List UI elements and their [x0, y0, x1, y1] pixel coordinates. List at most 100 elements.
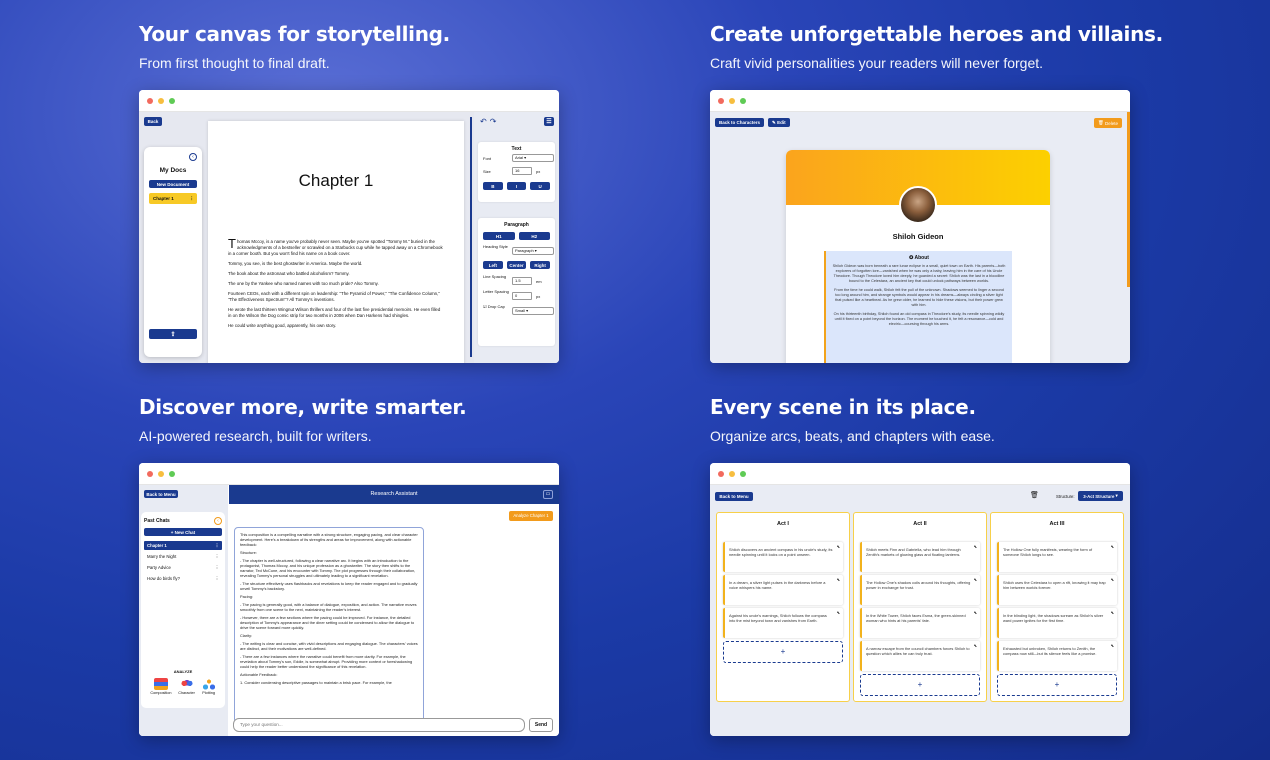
underline-button[interactable]: U	[530, 182, 551, 190]
add-beat-button[interactable]: +	[860, 674, 980, 696]
beat-card[interactable]: ⬉ Exhausted but unbroken, Shiloh returns …	[997, 641, 1117, 671]
beat-card[interactable]: ⬉ The Hollow One's shadow coils around hi…	[860, 575, 980, 605]
resize-icon[interactable]: ⬉	[1111, 577, 1114, 582]
paragraph: Thomas Mccoy, is a name you've probably …	[228, 236, 443, 256]
beat-text: Shiloh meets Finn and Gabriella, who lea…	[866, 547, 961, 557]
h2-button[interactable]: H2	[518, 232, 550, 240]
beat-card[interactable]: ⬉ In a dream, a silver light pulses in th…	[723, 575, 843, 605]
line-spacing-input[interactable]: 1.5	[512, 277, 532, 285]
plotting-tool[interactable]: Plotting	[201, 678, 216, 695]
resize-icon[interactable]: ⬉	[974, 544, 977, 549]
chat-item[interactable]: How do birds fly? ⋮	[144, 574, 222, 583]
new-chat-button[interactable]: + New Chat	[144, 528, 222, 536]
collapse-icon[interactable]: ‹	[189, 153, 197, 161]
minimize-dot-icon	[729, 470, 735, 477]
beat-card[interactable]: ⬉ Shiloh uses the Celestara to open a rif…	[997, 575, 1117, 605]
share-button[interactable]: ⇪	[149, 329, 197, 339]
beat-card[interactable]: ⬉ A narrow escape from the council chambe…	[860, 641, 980, 671]
more-icon[interactable]: ⋮	[215, 574, 219, 583]
resize-icon[interactable]: ⬉	[1111, 544, 1114, 549]
align-center-button[interactable]: Center	[506, 261, 527, 269]
resize-icon[interactable]: ⬉	[1111, 643, 1114, 648]
beat-card[interactable]: ⬉ Shiloh discovers an ancient compass in …	[723, 542, 843, 572]
research-window: Back to Menu Past Chats ‹ + New Chat Cha…	[139, 463, 559, 736]
diagram-icon	[201, 678, 216, 690]
new-document-button[interactable]: New Document	[149, 180, 197, 188]
feature-subtitle: From first thought to final draft.	[139, 55, 330, 71]
bold-button[interactable]: B	[483, 182, 503, 190]
menu-button[interactable]: ☰	[544, 117, 554, 126]
add-beat-button[interactable]: +	[997, 674, 1117, 696]
back-button[interactable]: Back	[144, 117, 162, 126]
feature-subtitle: Craft vivid personalities your readers w…	[710, 55, 1044, 71]
resize-icon[interactable]: ⬉	[974, 577, 977, 582]
chat-icon[interactable]: ▭	[543, 490, 553, 499]
resize-icon[interactable]: ⬉	[837, 577, 840, 582]
beat-card[interactable]: ⬉ Against his uncle's warnings, Shiloh fo…	[723, 608, 843, 638]
scrollbar[interactable]	[1127, 112, 1130, 287]
heading-style-select[interactable]: Paragraph ▾	[512, 247, 554, 255]
message-line: Clarity:	[240, 633, 253, 638]
resize-icon[interactable]: ⬉	[974, 643, 977, 648]
collapse-icon[interactable]: ‹	[214, 517, 222, 525]
message-line: - The structure effectively uses flashba…	[240, 581, 418, 591]
drop-cap-select[interactable]: Small ▾	[512, 307, 554, 315]
italic-button[interactable]: I	[506, 182, 527, 190]
more-icon[interactable]: ⋮	[215, 563, 219, 572]
more-icon[interactable]: ⋮	[190, 193, 195, 204]
font-row: Font Arial ▾	[483, 154, 554, 163]
feature-title: Your canvas for storytelling.	[139, 22, 450, 46]
undo-icon[interactable]: ↶	[480, 117, 490, 126]
back-to-characters-button[interactable]: Back to Characters	[715, 118, 765, 127]
resize-icon[interactable]: ⬉	[974, 610, 977, 615]
feature-title: Discover more, write smarter.	[139, 395, 467, 419]
chat-item[interactable]: Party Advice ⋮	[144, 563, 222, 572]
h1-button[interactable]: H1	[483, 232, 515, 240]
chat-item[interactable]: Chapter 1 ⋮	[144, 541, 222, 550]
paragraph-panel: Paragraph H1 H2 Heading Style Paragraph …	[478, 218, 555, 346]
act-column: Act II ⬉ Shiloh meets Finn and Gabriella,…	[853, 512, 987, 702]
more-icon[interactable]: ⋮	[215, 552, 219, 561]
trash-icon[interactable]: 🗑	[1030, 491, 1039, 499]
beat-card[interactable]: ⬉ Shiloh meets Finn and Gabriella, who le…	[860, 542, 980, 572]
beat-card[interactable]: ⬉ In the blinding light, the shadows scre…	[997, 608, 1117, 638]
delete-button[interactable]: 🗑 Delete	[1094, 118, 1122, 128]
font-select[interactable]: Arial ▾	[512, 154, 554, 162]
close-dot-icon	[147, 470, 153, 477]
align-left-button[interactable]: Left	[483, 261, 503, 269]
back-to-menu-button[interactable]: Back to Menu	[715, 492, 753, 501]
menu-icon: ☰	[546, 119, 552, 125]
add-beat-button[interactable]: +	[723, 641, 843, 663]
scrollbar[interactable]	[470, 117, 472, 357]
character-tool[interactable]: Character	[178, 678, 195, 695]
align-right-button[interactable]: Right	[530, 261, 551, 269]
close-dot-icon	[718, 97, 724, 104]
structure-select[interactable]: 3-Act Structure ▾	[1078, 491, 1123, 501]
drop-cap-checkbox[interactable]: ☑	[483, 304, 487, 309]
resize-icon[interactable]: ⬉	[837, 610, 840, 615]
size-input[interactable]: 16	[512, 167, 532, 175]
edit-button[interactable]: ✎ Edit	[768, 118, 790, 127]
more-icon[interactable]: ⋮	[215, 541, 219, 550]
analyze-chapter-button[interactable]: Analyze Chapter 1	[509, 511, 553, 521]
chat-item[interactable]: Marry the Night ⋮	[144, 552, 222, 561]
beat-card[interactable]: ⬉ The Hollow One fully manifests, wearing…	[997, 542, 1117, 572]
beat-card[interactable]: ⬉ In the White Tower, Shiloh faces Esma, …	[860, 608, 980, 638]
letter-spacing-input[interactable]: 0	[512, 292, 532, 300]
back-to-menu-button[interactable]: Back to Menu	[144, 490, 178, 498]
resize-icon[interactable]: ⬉	[837, 544, 840, 549]
resize-icon[interactable]: ⬉	[1111, 610, 1114, 615]
align-buttons: Left Center Right	[483, 261, 551, 269]
composition-tool[interactable]: Composition	[150, 678, 171, 695]
books-icon	[153, 678, 168, 690]
message-line: Structure:	[240, 550, 257, 555]
send-button[interactable]: Send	[529, 718, 553, 732]
doc-item-chapter-1[interactable]: Chapter 1 ⋮	[149, 193, 197, 204]
redo-icon[interactable]: ↷	[490, 117, 500, 126]
drop-cap-label: ☑ Drop Cap	[483, 304, 509, 310]
paragraph: The one by the Yankee who named names wi…	[228, 281, 379, 286]
document-page[interactable]: Chapter 1 Thomas Mccoy, is a name you've…	[208, 121, 464, 363]
question-input[interactable]: Type your question...	[233, 718, 525, 732]
heading-style-row: Heading Style Paragraph ▾	[483, 244, 554, 257]
paragraph: He could write anything good, apparently…	[228, 323, 337, 328]
